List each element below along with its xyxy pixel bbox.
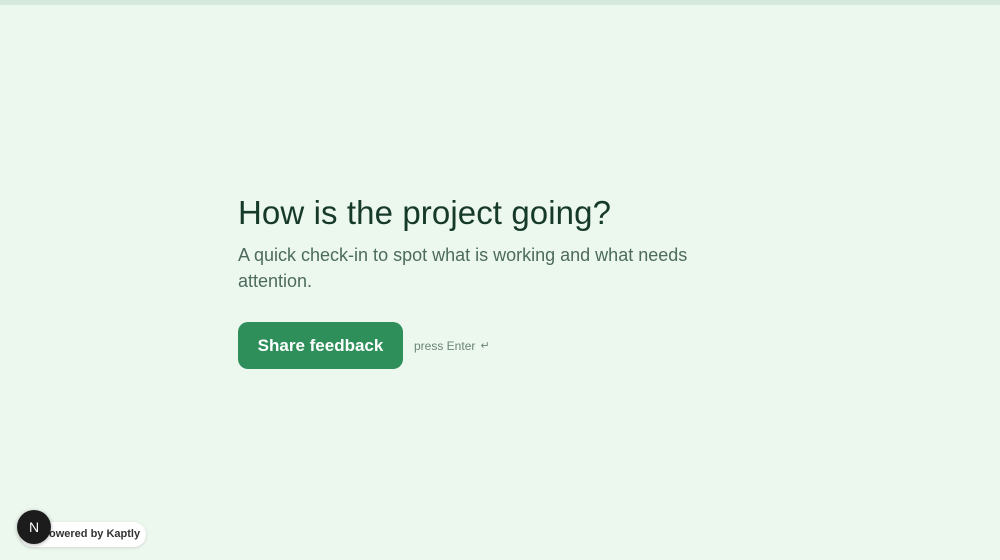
page: How is the project going? A quick check-… (0, 0, 1000, 560)
dev-indicator-icon[interactable]: N (17, 510, 51, 544)
share-feedback-button[interactable]: Share feedback (238, 322, 403, 369)
page-title: How is the project going? (238, 194, 612, 231)
actions-row: Share feedback press Enter ↵ (238, 322, 718, 369)
enter-key-icon: ↵ (480, 340, 490, 352)
welcome-screen: How is the project going? A quick check-… (238, 192, 718, 369)
keyboard-hint: press Enter ↵ (414, 339, 490, 353)
page-subtitle: A quick check-in to spot what is working… (238, 245, 688, 291)
progress-bar (0, 0, 1000, 5)
keyboard-hint-text: press Enter (414, 338, 476, 353)
powered-by-text: owered by Kaptly (49, 528, 141, 540)
